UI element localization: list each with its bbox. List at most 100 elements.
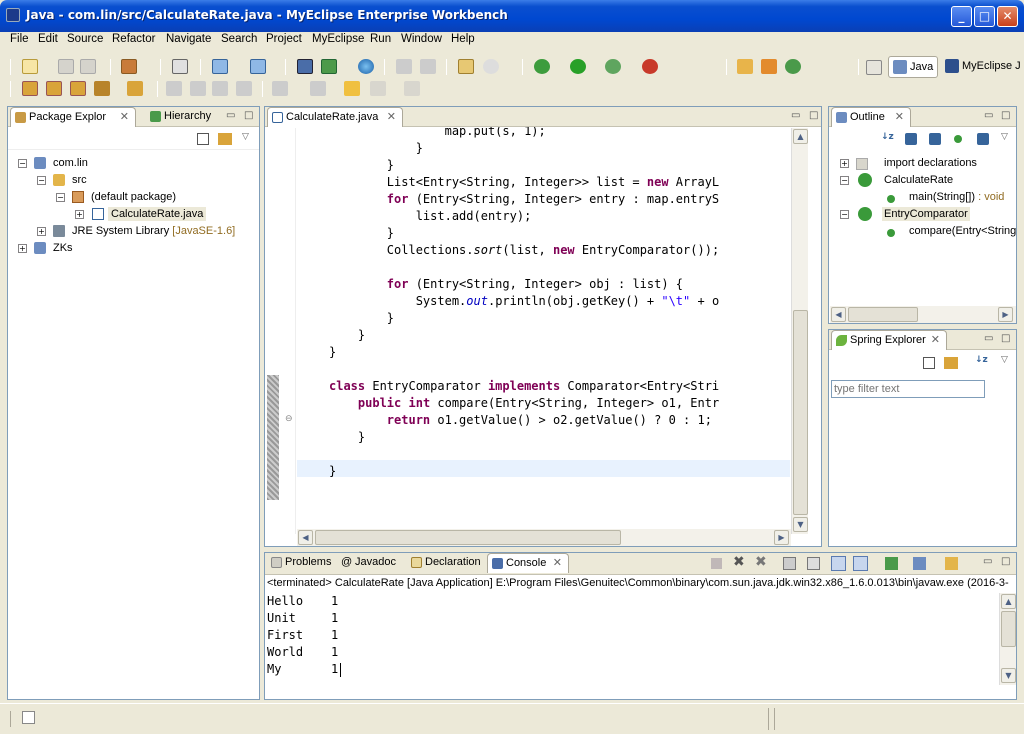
tab-package-explorer[interactable]: Package Explor ✕ xyxy=(10,107,136,127)
console-vertical-scrollbar[interactable]: ▲ ▼ xyxy=(999,593,1016,685)
undo-icon[interactable] xyxy=(420,59,436,74)
maximize-view-icon[interactable]: □ xyxy=(1001,333,1010,344)
open-folder-icon[interactable] xyxy=(46,81,62,96)
scroll-lock-icon[interactable] xyxy=(807,557,820,570)
toggle-icon[interactable] xyxy=(212,81,228,96)
outline-class2-label[interactable]: EntryComparator xyxy=(882,207,970,221)
tree-toggle-package[interactable]: − xyxy=(56,193,65,202)
tree-toggle-class2[interactable]: − xyxy=(840,210,849,219)
close-tab-icon[interactable]: ✕ xyxy=(387,108,396,127)
remove-launch-icon[interactable]: ✖ xyxy=(733,554,745,570)
run-icon[interactable] xyxy=(570,59,586,74)
print-icon[interactable] xyxy=(80,59,96,74)
collapse-all-icon[interactable] xyxy=(923,357,935,369)
open-type-icon[interactable] xyxy=(297,59,313,74)
tab-calculaterate-java[interactable]: CalculateRate.java ✕ xyxy=(267,107,403,127)
minimize-view-icon[interactable]: ▭ xyxy=(983,556,992,567)
tree-jre-label[interactable]: JRE System Library [JavaSE-1.6] xyxy=(72,225,235,237)
tree-toggle-jre[interactable]: + xyxy=(37,227,46,236)
tab-outline[interactable]: Outline ✕ xyxy=(831,107,911,127)
prev-annotation-icon[interactable] xyxy=(310,81,326,96)
folder-sync-icon[interactable] xyxy=(70,81,86,96)
collapse-all-icon[interactable] xyxy=(197,133,209,145)
tree-toggle-src[interactable]: − xyxy=(37,176,46,185)
close-button[interactable]: ✕ xyxy=(997,6,1018,27)
editor-gutter[interactable]: ⊖ xyxy=(265,128,296,534)
hide-static-icon[interactable] xyxy=(929,133,941,145)
tree-toggle-imports[interactable]: + xyxy=(840,159,849,168)
menu-edit[interactable]: Edit xyxy=(38,33,58,45)
annotation-icon[interactable] xyxy=(166,81,182,96)
close-tab-icon[interactable]: ✕ xyxy=(120,108,129,127)
scroll-down-button[interactable]: ▼ xyxy=(793,517,808,532)
search-icon[interactable] xyxy=(483,59,499,74)
pin-console-icon[interactable] xyxy=(885,557,898,570)
tree-zks-label[interactable]: ZKs xyxy=(53,242,73,254)
tab-javadoc[interactable]: @ Javadoc xyxy=(337,553,403,573)
maximize-view-icon[interactable]: □ xyxy=(809,110,818,121)
scroll-up-button[interactable]: ▲ xyxy=(1001,594,1016,609)
open-perspective-icon[interactable] xyxy=(458,59,474,74)
menu-myeclipse[interactable]: MyEclipse xyxy=(312,33,364,45)
tree-toggle-project[interactable]: − xyxy=(18,159,27,168)
clear-console-icon[interactable] xyxy=(783,557,796,570)
code-area[interactable]: map.put(s, 1); } } List<Entry<String, In… xyxy=(297,127,790,533)
scroll-up-button[interactable]: ▲ xyxy=(793,129,808,144)
close-tab-icon[interactable]: ✕ xyxy=(895,108,904,127)
next-annotation-icon[interactable] xyxy=(272,81,288,96)
word-wrap-icon[interactable] xyxy=(853,556,868,571)
hide-local-types-icon[interactable] xyxy=(977,133,989,145)
menu-help[interactable]: Help xyxy=(451,33,475,45)
view-menu-icon[interactable]: ▽ xyxy=(1001,355,1008,365)
scroll-thumb-h[interactable] xyxy=(848,307,918,322)
wand-icon[interactable] xyxy=(94,81,110,96)
scroll-thumb-h[interactable] xyxy=(315,530,621,545)
new-wizard-icon[interactable] xyxy=(121,59,137,74)
tab-hierarchy[interactable]: Hierarchy xyxy=(146,107,226,127)
new-class-icon[interactable] xyxy=(761,59,777,74)
close-tab-icon[interactable]: ✕ xyxy=(931,331,940,350)
server-icon[interactable] xyxy=(172,59,188,74)
spring-filter-input[interactable] xyxy=(831,380,985,398)
back-icon[interactable] xyxy=(370,81,386,96)
terminate-icon[interactable] xyxy=(711,558,722,569)
debug-icon[interactable] xyxy=(534,59,550,74)
remove-all-icon[interactable]: ✖ xyxy=(755,554,767,570)
menu-run[interactable]: Run xyxy=(370,33,391,45)
menu-refactor[interactable]: Refactor xyxy=(112,33,155,45)
tree-package-label[interactable]: (default package) xyxy=(91,191,176,203)
show-console-icon[interactable] xyxy=(831,556,846,571)
outline-imports-label[interactable]: import declarations xyxy=(884,157,977,169)
new-icon[interactable] xyxy=(22,59,38,74)
scroll-thumb[interactable] xyxy=(793,310,808,515)
tree-src-label[interactable]: src xyxy=(72,174,87,186)
tab-spring-explorer[interactable]: Spring Explorer ✕ xyxy=(831,330,947,350)
tab-declaration[interactable]: Declaration xyxy=(407,553,487,573)
minimize-button[interactable]: _ xyxy=(951,6,972,27)
open-console-icon[interactable] xyxy=(945,557,958,570)
link-with-editor-icon[interactable] xyxy=(218,133,232,145)
close-tab-icon[interactable]: ✕ xyxy=(553,554,562,573)
minimize-view-icon[interactable]: ▭ xyxy=(984,333,993,344)
new-java-icon[interactable] xyxy=(785,59,801,74)
globe-icon[interactable] xyxy=(358,59,374,74)
maximize-button[interactable]: □ xyxy=(974,6,995,27)
open-perspective-button[interactable] xyxy=(866,60,882,75)
fold-icon[interactable]: ⊖ xyxy=(285,414,293,424)
open-project-icon[interactable] xyxy=(22,81,38,96)
profile-icon[interactable] xyxy=(605,59,621,74)
hide-fields-icon[interactable] xyxy=(905,133,917,145)
scroll-left-button[interactable]: ◀ xyxy=(298,530,313,545)
title-bar[interactable]: Java - com.lin/src/CalculateRate.java - … xyxy=(0,0,1024,32)
folder-icon[interactable] xyxy=(127,81,143,96)
debug-server-icon[interactable] xyxy=(250,59,266,74)
console-output[interactable]: Hello 1 Unit 1 First 1 World 1 My 1 xyxy=(265,593,1000,685)
perspective-myeclipse[interactable]: MyEclipse J xyxy=(941,56,1024,78)
forward-icon[interactable] xyxy=(404,81,420,96)
sort-icon[interactable]: ↓z xyxy=(975,355,988,365)
menu-file[interactable]: File xyxy=(10,33,29,45)
perspective-java[interactable]: Java xyxy=(888,56,938,78)
tree-toggle-file[interactable]: + xyxy=(75,210,84,219)
last-edit-icon[interactable] xyxy=(344,81,360,96)
hide-nonpublic-icon[interactable] xyxy=(954,135,962,143)
